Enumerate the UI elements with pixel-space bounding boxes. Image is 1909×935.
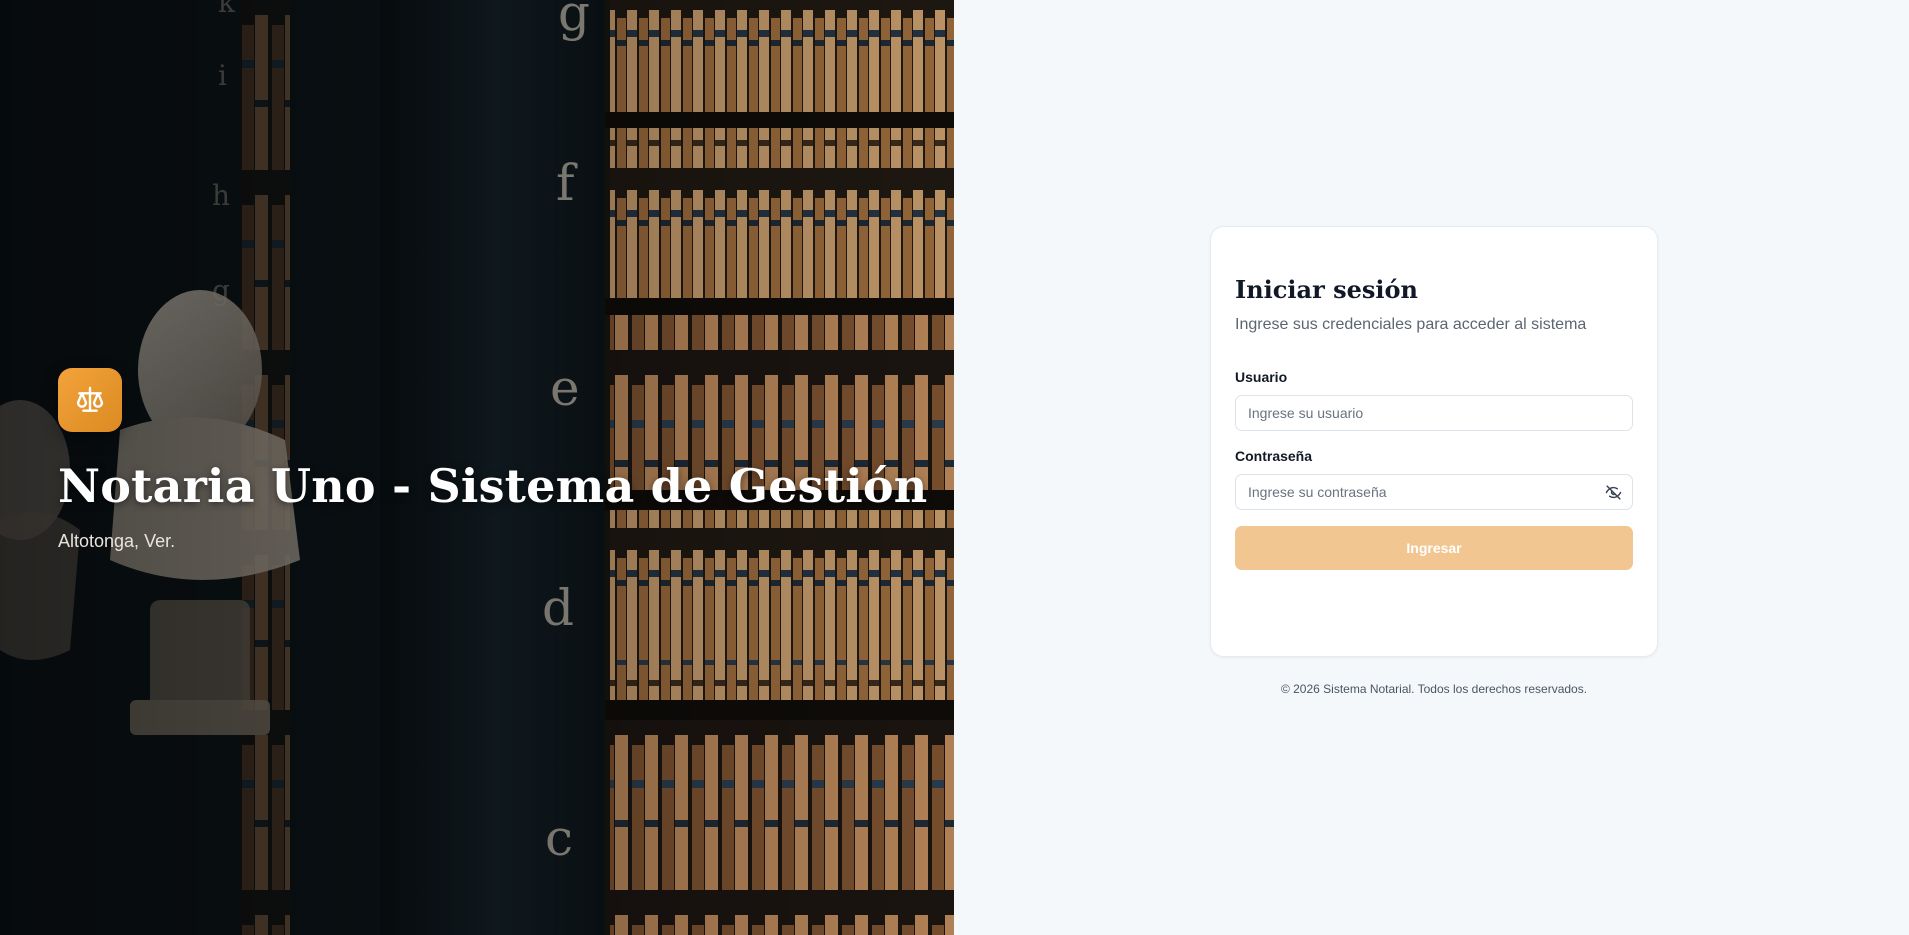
username-field-wrapper [1235,395,1633,431]
scales-of-justice-icon [76,386,104,412]
hero-panel: g f e d c k i h g [0,0,954,935]
username-label: Usuario [1235,369,1288,385]
password-field-wrapper [1235,474,1633,510]
eye-off-icon [1605,484,1621,500]
login-title: Iniciar sesión [1235,275,1418,304]
login-description: Ingrese sus credenciales para acceder al… [1235,316,1587,333]
footer-copyright: © 2026 Sistema Notarial. Todos los derec… [1280,682,1588,696]
login-card: Iniciar sesión Ingrese sus credenciales … [1210,226,1658,657]
password-label: Contraseña [1235,448,1313,464]
brand-logo [58,368,122,432]
auth-panel: Iniciar sesión Ingrese sus credenciales … [954,0,1909,935]
hero-title: Notaria Uno - Sistema de Gestión [58,459,928,513]
toggle-password-visibility-button[interactable] [1601,480,1625,504]
hero-content: Notaria Uno - Sistema de Gestión Altoton… [58,368,938,552]
login-submit-button[interactable]: Ingresar [1235,526,1633,570]
hero-subtitle: Altotonga, Ver. [58,530,176,551]
username-input[interactable] [1235,395,1633,431]
password-input[interactable] [1235,474,1633,510]
